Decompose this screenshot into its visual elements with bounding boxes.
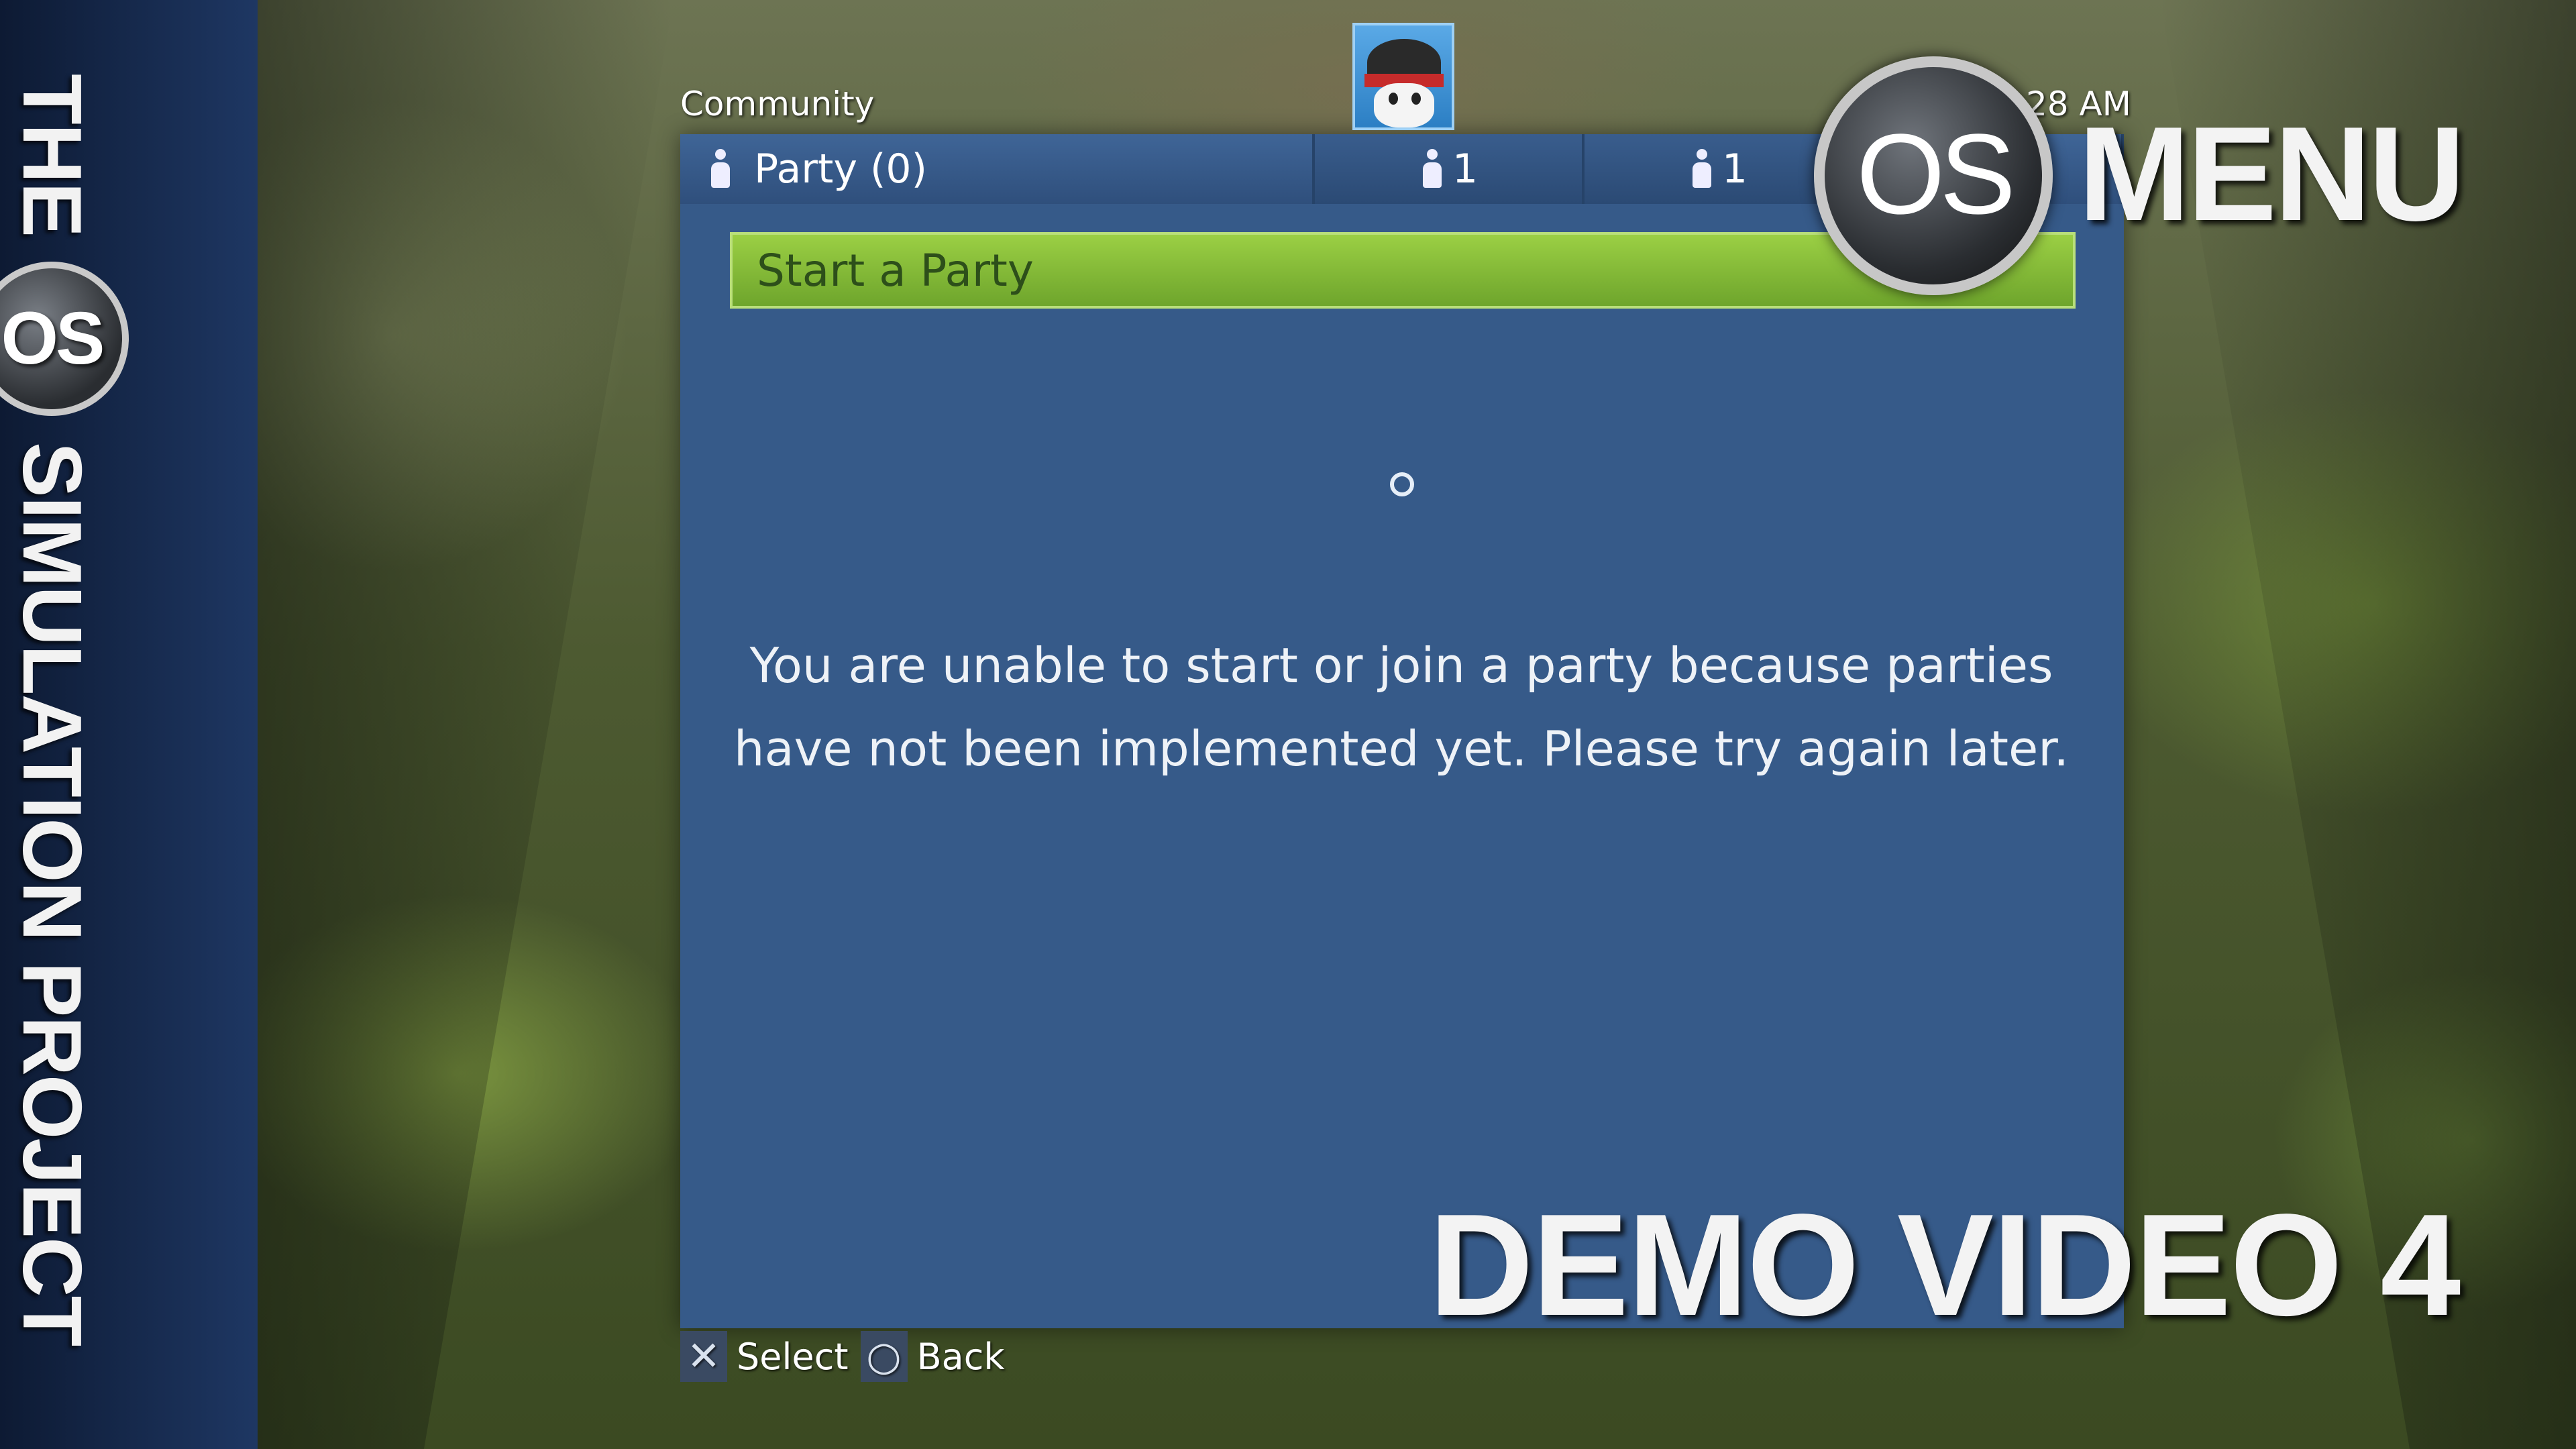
sidebar-title: THE OS SIMULATION PROJECT [0, 74, 129, 1345]
status-message: You are unable to start or join a party … [733, 637, 2070, 777]
sidebar-title-post: SIMULATION PROJECT [5, 441, 98, 1346]
avatar[interactable] [1352, 23, 1454, 130]
demo-video-caption: DEMO VIDEO 4 [1429, 1183, 2461, 1346]
tab-friends-count[interactable]: 1 [1315, 134, 1585, 204]
page-title: Community [680, 85, 875, 123]
circle-button-icon: ○ [860, 1331, 908, 1382]
person-icon [1419, 149, 1446, 189]
cross-button-icon: ✕ [680, 1331, 727, 1382]
menu-heading: MENU [2078, 99, 2465, 249]
sidebar-banner: THE OS SIMULATION PROJECT [0, 0, 258, 1449]
os-logo-icon: OS [0, 262, 129, 417]
players-count: 1 [1721, 146, 1748, 193]
tab-party-label: Party (0) [754, 146, 928, 193]
button-legend: ✕ Select ○ Back [680, 1331, 1017, 1382]
person-walking-icon [1688, 149, 1715, 189]
tab-party[interactable]: Party (0) [680, 134, 1315, 204]
sidebar-title-pre: THE [5, 74, 98, 236]
loading-spinner-icon [1390, 472, 1414, 496]
os-menu-logo: OS [1814, 56, 2053, 295]
friends-count: 1 [1452, 146, 1479, 193]
back-label: Back [916, 1335, 1005, 1378]
person-icon [707, 149, 734, 189]
select-label: Select [737, 1335, 849, 1378]
